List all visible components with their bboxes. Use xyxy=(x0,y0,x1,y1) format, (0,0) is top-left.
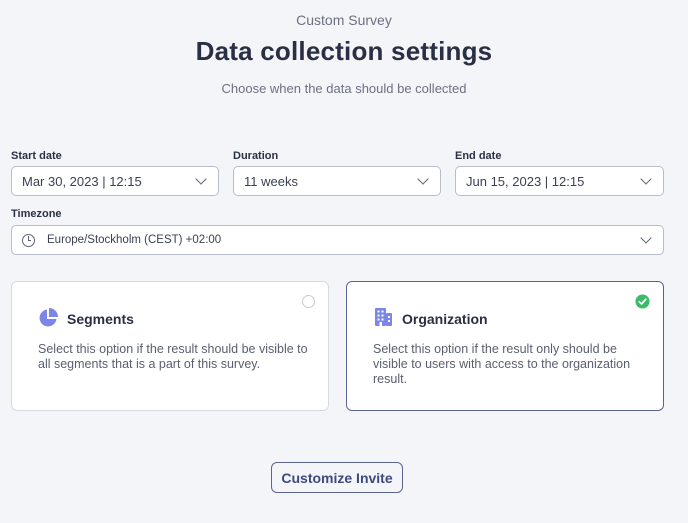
building-icon xyxy=(375,308,392,326)
end-date-label: End date xyxy=(455,150,502,162)
pie-chart-icon xyxy=(39,308,58,327)
segments-option-card[interactable]: Segments Select this option if the resul… xyxy=(11,281,329,411)
organization-option-description: Select this option if the result only sh… xyxy=(373,342,631,386)
check-circle-icon[interactable] xyxy=(635,294,650,309)
page-title: Data collection settings xyxy=(195,36,493,66)
timezone-value: Europe/Stockholm (CEST) +02:00 xyxy=(47,234,222,246)
timezone-label: Timezone xyxy=(11,208,62,220)
customize-invite-button[interactable]: Customize Invite xyxy=(271,462,403,493)
page-description: Choose when the data should be collected xyxy=(221,81,467,96)
start-date-value: Mar 30, 2023 | 12:15 xyxy=(22,173,142,189)
start-date-label: Start date xyxy=(11,150,62,162)
chevron-down-icon xyxy=(195,173,207,185)
duration-value: 11 weeks xyxy=(244,173,298,189)
segments-radio[interactable] xyxy=(302,295,315,308)
clock-icon xyxy=(22,233,35,247)
start-date-select[interactable]: Mar 30, 2023 | 12:15 xyxy=(11,166,219,196)
duration-select[interactable]: 11 weeks xyxy=(233,166,441,196)
timezone-select[interactable]: Europe/Stockholm (CEST) +02:00 xyxy=(11,225,664,255)
survey-context-label: Custom Survey xyxy=(296,12,392,28)
chevron-down-icon xyxy=(640,173,652,185)
chevron-down-icon xyxy=(640,232,652,244)
segments-option-title: Segments xyxy=(67,311,134,327)
organization-option-card[interactable]: Organization Select this option if the r… xyxy=(346,281,664,411)
segments-option-description: Select this option if the result should … xyxy=(38,342,308,371)
end-date-select[interactable]: Jun 15, 2023 | 12:15 xyxy=(455,166,664,196)
organization-option-title: Organization xyxy=(402,311,488,327)
end-date-value: Jun 15, 2023 | 12:15 xyxy=(466,173,585,189)
chevron-down-icon xyxy=(417,173,429,185)
duration-label: Duration xyxy=(233,150,279,162)
